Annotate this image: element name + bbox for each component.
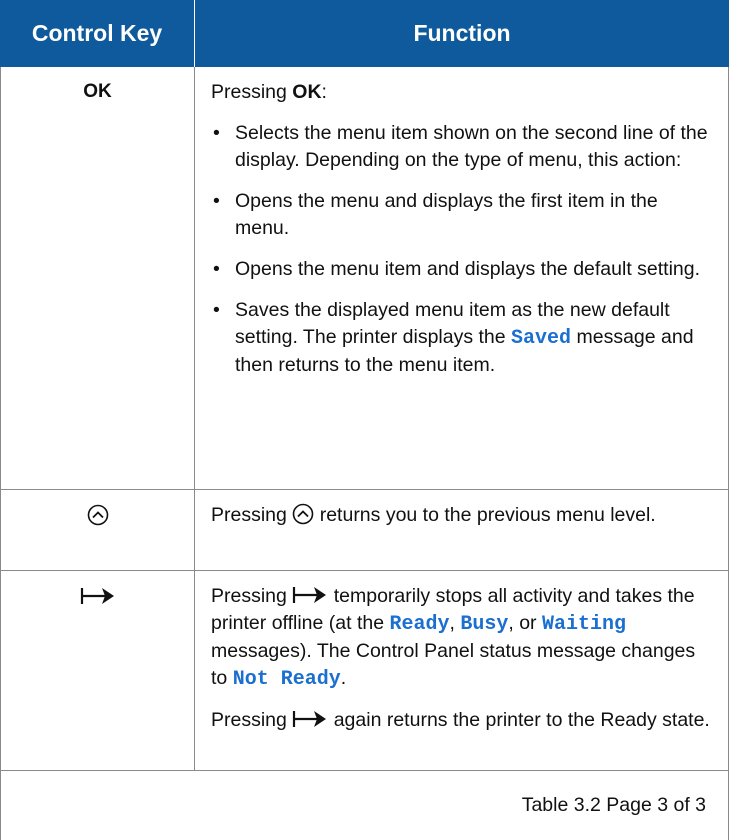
- function-up: Pressing returns you to the previous men…: [211, 503, 656, 526]
- list-item: • Opens the menu item and displays the de…: [213, 258, 701, 280]
- key-ok: OK: [1, 67, 195, 489]
- table-row-online: Pressing temporarily stops all activity …: [1, 571, 728, 771]
- key-online: [1, 571, 195, 770]
- list-item: • Opens the menu and displays the first i…: [213, 190, 658, 239]
- busy-message: Busy: [460, 613, 509, 636]
- list-item: • Selects the menu item shown on the seco…: [213, 122, 708, 171]
- function-online: Pressing temporarily stops all activity …: [195, 571, 728, 770]
- table-row-up: Pressing returns you to the previous men…: [1, 490, 728, 571]
- online-offline-icon: [80, 588, 114, 604]
- table-body: OK Pressing OK: • Selects the menu item s…: [0, 67, 729, 840]
- waiting-message: Waiting: [541, 613, 626, 636]
- table-footer-label: Table 3.2 Page 3 of 3: [521, 794, 706, 816]
- table-header: Control Key Function: [0, 0, 729, 67]
- table-footer: Table 3.2 Page 3 of 3: [1, 771, 728, 840]
- list-item: • Saves the displayed menu item as the ne…: [213, 299, 694, 376]
- key-up: [1, 490, 195, 570]
- control-key-table: Control Key Function OK Pressing OK: • Se…: [0, 0, 729, 840]
- saved-message: Saved: [511, 327, 572, 350]
- up-arrow-circle-icon: [87, 504, 108, 526]
- header-function: Function: [413, 20, 511, 46]
- ok-intro: Pressing OK:: [211, 81, 327, 103]
- online-paragraph-1: Pressing temporarily stops all activity …: [211, 585, 696, 691]
- online-paragraph-2: Pressing again returns the printer to th…: [211, 709, 710, 731]
- ready-message: Ready: [389, 613, 450, 636]
- online-offline-icon: [293, 587, 327, 603]
- function-ok: Pressing OK: • Selects the menu item show…: [195, 67, 728, 489]
- not-ready-message: Not Ready: [232, 668, 341, 691]
- table-row-ok: OK Pressing OK: • Selects the menu item s…: [1, 67, 728, 490]
- header-control-key: Control Key: [0, 0, 195, 67]
- online-offline-icon: [293, 711, 327, 727]
- up-arrow-circle-icon: [292, 503, 314, 525]
